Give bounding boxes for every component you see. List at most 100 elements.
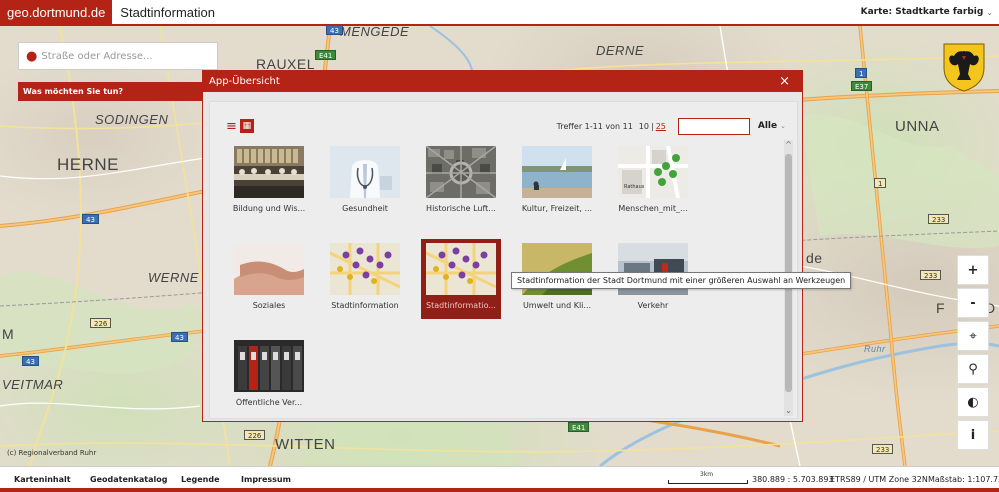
footer-link-impressum[interactable]: Impressum	[241, 475, 291, 484]
page-size-10[interactable]: 10	[639, 122, 649, 131]
app-tile-gesundheit[interactable]: Gesundheit	[325, 142, 405, 222]
aerial-photo-thumbnail	[426, 146, 496, 198]
grid-view-icon[interactable]: ▦	[239, 119, 254, 133]
crs-selector[interactable]: ETRS89 / UTM Zone 32N	[830, 475, 928, 484]
app-tile-label: Soziales	[252, 301, 286, 310]
bottom-accent-line	[0, 488, 999, 492]
map-road-shield: 43	[82, 214, 99, 224]
search-zoom-button[interactable]: ⚲	[957, 354, 989, 384]
app-tile-label: Stadtinformatio...	[426, 301, 496, 310]
map-copyright: (c) Regionalverband Ruhr	[7, 449, 97, 457]
map-road-shield: 233	[920, 270, 942, 280]
chevron-down-icon: ⌄	[986, 7, 993, 17]
top-header: geo.dortmund.de Stadtinformation Karte: …	[0, 0, 999, 26]
map-road-shield: 233	[872, 444, 894, 454]
locate-button[interactable]: ⌖	[957, 321, 989, 351]
map-road-shield: 1	[855, 68, 868, 78]
what-to-do-panel-toggle[interactable]: Was möchten Sie tun?	[18, 82, 202, 101]
lake-thumbnail	[522, 146, 592, 198]
scroll-up-icon[interactable]: ^	[784, 140, 793, 150]
close-icon[interactable]: ×	[779, 74, 790, 89]
app-tile-menschen-mit[interactable]: Rathaus Menschen_mit_...	[613, 142, 693, 222]
map-place-label: Ruhr	[864, 344, 886, 354]
scalebar	[668, 480, 748, 484]
app-tile-label: Verkehr	[637, 301, 669, 310]
map-road-shield: 1	[874, 178, 887, 188]
dialog-toolbar: ≡ ▦ Treffer 1-11 von 11 10 | 25 Alle ⌄	[226, 117, 786, 135]
scroll-down-icon[interactable]: ⌄	[784, 406, 793, 416]
thumbnail-map-label: Rathaus	[624, 184, 645, 190]
dialog-body: ≡ ▦ Treffer 1-11 von 11 10 | 25 Alle ⌄ ^…	[209, 101, 798, 419]
chevron-down-icon: ⌄	[780, 122, 786, 130]
dortmund-coat-of-arms-icon	[943, 43, 985, 92]
dialog-title: App-Übersicht	[209, 76, 280, 87]
crosshair-icon: ⌖	[969, 328, 977, 344]
globe-icon: ◐	[967, 394, 979, 410]
map-place-label: MENGEDE	[340, 26, 410, 39]
zoom-in-button[interactable]: +	[957, 255, 989, 285]
basemap-selector[interactable]: Karte: Stadtkarte farbig ⌄	[861, 7, 993, 17]
footer-link-karteninhalt[interactable]: Karteninhalt	[14, 475, 71, 484]
scalebar-label: 3km	[700, 471, 714, 478]
binders-thumbnail	[234, 340, 304, 392]
map-place-label: de	[806, 250, 823, 266]
basemap-selector-label: Karte: Stadtkarte farbig	[860, 7, 984, 17]
map-place-label: WITTEN	[275, 436, 336, 453]
map-road-shield: 226	[90, 318, 112, 328]
magnifier-icon: ⚲	[968, 361, 978, 377]
map-road-shield: 43	[171, 332, 188, 342]
app-tile-label: Stadtinformation	[331, 301, 399, 310]
address-search-input[interactable]	[41, 50, 212, 62]
footer-link-geodatenkatalog[interactable]: Geodatenkatalog	[90, 475, 167, 484]
app-tile-label: Historische Luft...	[426, 204, 496, 213]
map-place-label: DERNE	[596, 43, 645, 58]
hit-count: Treffer 1-11 von 11	[556, 121, 633, 131]
app-tile-soziales[interactable]: Soziales	[229, 239, 309, 319]
page-size-separator: |	[650, 121, 654, 131]
category-select[interactable]: Alle ⌄	[758, 121, 786, 131]
app-title: Stadtinformation	[120, 4, 215, 20]
footer-link-legende[interactable]: Legende	[181, 475, 220, 484]
map-road-shield: 43	[22, 356, 39, 366]
map-place-label: VEITMAR	[2, 377, 64, 392]
map-place-label: F	[936, 300, 946, 316]
map-road-shield: 43	[326, 26, 343, 35]
app-tile-label: Umwelt und Kli...	[522, 301, 592, 310]
app-tile-label: Kultur, Freizeit, ...	[521, 204, 593, 213]
library-thumbnail	[234, 146, 304, 198]
app-tile-label: Bildung und Wis...	[232, 204, 306, 213]
cursor-coordinates: 380.889 : 5.703.893	[752, 475, 834, 484]
app-tile-oeffentliche-verwaltung[interactable]: Öffentliche Ver...	[229, 336, 309, 416]
app-filter-input[interactable]	[677, 117, 750, 135]
app-tile-historische-luftbilder[interactable]: Historische Luft...	[421, 142, 501, 222]
app-tile-bildung[interactable]: Bildung und Wis...	[229, 142, 309, 222]
zoom-out-button[interactable]: -	[957, 288, 989, 318]
doctor-thumbnail	[330, 146, 400, 198]
app-tile-stadtinformation-plus[interactable]: Stadtinformatio...	[421, 239, 501, 319]
brand-logo-link[interactable]: geo.dortmund.de	[0, 0, 113, 24]
app-overview-dialog: App-Übersicht × ≡ ▦ Treffer 1-11 von 11 …	[202, 70, 803, 422]
dialog-header: App-Übersicht ×	[203, 71, 802, 92]
category-select-label: Alle	[757, 121, 778, 131]
poi-map-thumbnail	[426, 243, 496, 295]
app-tile-stadtinformation[interactable]: Stadtinformation	[325, 239, 405, 319]
map-place-label: SODINGEN	[95, 112, 169, 127]
map-road-shield: 226	[244, 430, 266, 440]
app-tile-label: Menschen_mit_...	[618, 204, 688, 213]
page-size-25[interactable]: 25	[656, 122, 666, 131]
poi-map-thumbnail	[330, 243, 400, 295]
map-road-shield: E41	[315, 50, 337, 60]
hands-thumbnail	[234, 243, 304, 295]
address-search: ●	[18, 42, 218, 70]
map-place-label: WERNE	[148, 270, 199, 285]
map-scale: Maßstab: 1:107.731	[928, 475, 999, 484]
app-tile-label: Gesundheit	[342, 204, 388, 213]
map-tools: + - ⌖ ⚲ ◐ i	[957, 255, 989, 453]
map-road-shield: E37	[851, 81, 873, 91]
accessibility-map-thumbnail: Rathaus	[618, 146, 688, 198]
map-place-label: HERNE	[57, 155, 120, 174]
app-tile-kultur-freizeit[interactable]: Kultur, Freizeit, ...	[517, 142, 597, 222]
globe-button[interactable]: ◐	[957, 387, 989, 417]
info-button[interactable]: i	[957, 420, 989, 450]
list-view-icon[interactable]: ≡	[226, 119, 237, 134]
